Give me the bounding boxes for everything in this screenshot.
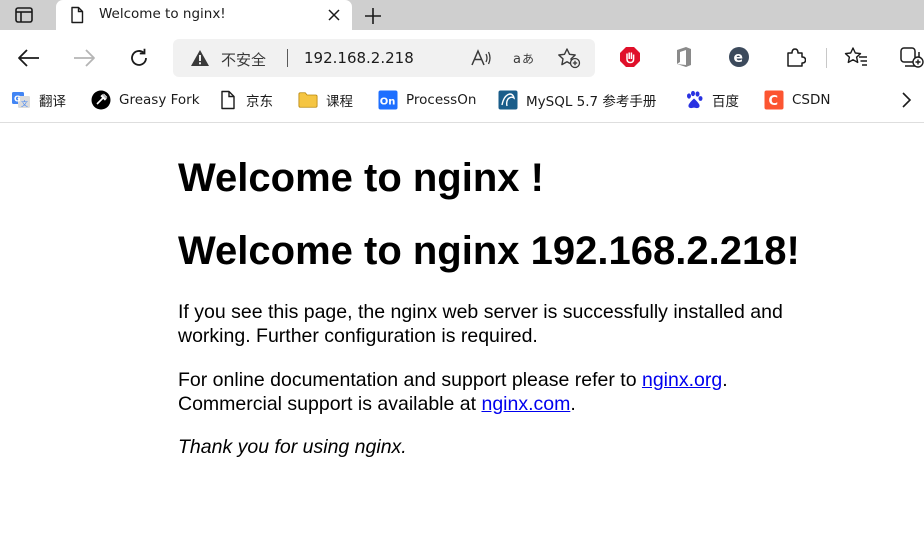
- processon-icon: On: [378, 90, 398, 110]
- tab-strip: Welcome to nginx!: [0, 0, 924, 30]
- sidebar-toggle-button[interactable]: [8, 4, 40, 26]
- adblock-icon: [620, 47, 640, 67]
- mysql-icon: [498, 90, 518, 110]
- refresh-icon: [131, 48, 147, 66]
- new-tab-button[interactable]: [362, 5, 384, 27]
- bookmark-processon[interactable]: On ProcessOn: [378, 86, 476, 114]
- toolbar-divider: [826, 48, 827, 68]
- bookmark-translate[interactable]: G 文 翻译: [11, 86, 66, 114]
- greasyfork-icon: [91, 90, 111, 110]
- star-plus-icon: [558, 48, 581, 69]
- install-message: If you see this page, the nginx web serv…: [178, 301, 783, 347]
- bookmark-label: 课程: [326, 94, 353, 110]
- support-punct: .: [722, 369, 728, 391]
- translate-button[interactable]: a あ: [512, 47, 536, 69]
- page-icon: [71, 6, 84, 24]
- bookmark-courses-folder[interactable]: 课程: [298, 86, 353, 114]
- thank-you-message: Thank you for using nginx.: [178, 436, 407, 458]
- svg-text:G: G: [14, 95, 21, 104]
- favorites-star-icon: [844, 47, 867, 66]
- bookmark-csdn[interactable]: C CSDN: [764, 86, 831, 114]
- svg-text:文: 文: [21, 99, 28, 108]
- nginx-com-link[interactable]: nginx.com: [481, 393, 570, 415]
- back-button[interactable]: [15, 44, 43, 72]
- nginx-org-link[interactable]: nginx.org: [642, 369, 722, 391]
- bookmark-label: 翻译: [39, 94, 66, 110]
- chevron-right-icon[interactable]: [896, 90, 916, 110]
- google-translate-icon: G 文: [11, 90, 31, 110]
- csdn-icon: C: [764, 90, 784, 110]
- bookmark-label: MySQL 5.7 参考手册: [526, 94, 657, 110]
- bookmark-label: 百度: [712, 94, 739, 110]
- address-bar[interactable]: 不安全 192.168.2.218 a あ: [173, 39, 595, 77]
- address-separator: [287, 49, 288, 67]
- bookmarks-bar: G 文 翻译 Greasy Fork 京东 课程 On ProcessOn My…: [0, 86, 924, 123]
- bookmark-mysql-manual[interactable]: MySQL 5.7 参考手册: [498, 86, 656, 114]
- svg-text:e: e: [734, 50, 744, 66]
- commercial-punct: .: [570, 393, 576, 415]
- folder-icon: [298, 90, 318, 110]
- forward-button[interactable]: [70, 44, 98, 72]
- bookmark-greasy-fork[interactable]: Greasy Fork: [91, 86, 200, 114]
- favorites-button[interactable]: [843, 44, 869, 70]
- page-icon: [218, 90, 238, 110]
- support-text: For online documentation and support ple…: [178, 369, 642, 391]
- page-heading: Welcome to nginx !: [178, 156, 544, 200]
- baidu-icon: [684, 90, 704, 110]
- svg-text:On: On: [380, 97, 396, 108]
- svg-text:a: a: [513, 52, 521, 67]
- page-heading-ip: Welcome to nginx 192.168.2.218!: [178, 229, 800, 273]
- commercial-support-text: Commercial support is available at: [178, 393, 482, 415]
- read-aloud-button[interactable]: [469, 47, 493, 69]
- collections-button[interactable]: [898, 44, 924, 70]
- bookmark-label: ProcessOn: [406, 92, 477, 108]
- warning-icon[interactable]: [190, 48, 210, 68]
- office-extension-button[interactable]: [671, 44, 697, 70]
- translate-icon: a あ: [513, 52, 534, 67]
- bookmark-label: 京东: [246, 94, 273, 110]
- svg-text:あ: あ: [522, 52, 534, 66]
- tab-title: Welcome to nginx!: [99, 6, 226, 22]
- browser-toolbar: 不安全 192.168.2.218 a あ e: [0, 30, 924, 86]
- bookmark-label: CSDN: [792, 92, 831, 108]
- refresh-button[interactable]: [125, 44, 153, 72]
- bookmark-jd[interactable]: 京东: [218, 86, 273, 114]
- support-message: For online documentation and support ple…: [178, 368, 858, 416]
- url-text[interactable]: 192.168.2.218: [304, 49, 414, 67]
- office-icon: [677, 47, 691, 67]
- bookmark-baidu[interactable]: 百度: [684, 86, 739, 114]
- adblock-extension-button[interactable]: [617, 44, 643, 70]
- extensions-button[interactable]: [782, 44, 808, 70]
- e-logo-icon: e: [729, 47, 749, 67]
- edge-extension-button[interactable]: e: [726, 44, 752, 70]
- add-favorite-button[interactable]: [557, 47, 581, 69]
- close-icon[interactable]: [326, 7, 342, 23]
- security-status-label[interactable]: 不安全: [221, 49, 266, 70]
- read-aloud-icon: [471, 49, 491, 66]
- collections-icon: [900, 47, 924, 68]
- bookmark-label: Greasy Fork: [119, 92, 200, 108]
- svg-text:C: C: [769, 94, 779, 109]
- puzzle-icon: [787, 48, 806, 67]
- sidebar-icon: [15, 7, 33, 23]
- back-arrow-icon: [18, 49, 39, 67]
- forward-arrow-icon: [74, 49, 95, 67]
- tab-active[interactable]: Welcome to nginx!: [56, 0, 352, 30]
